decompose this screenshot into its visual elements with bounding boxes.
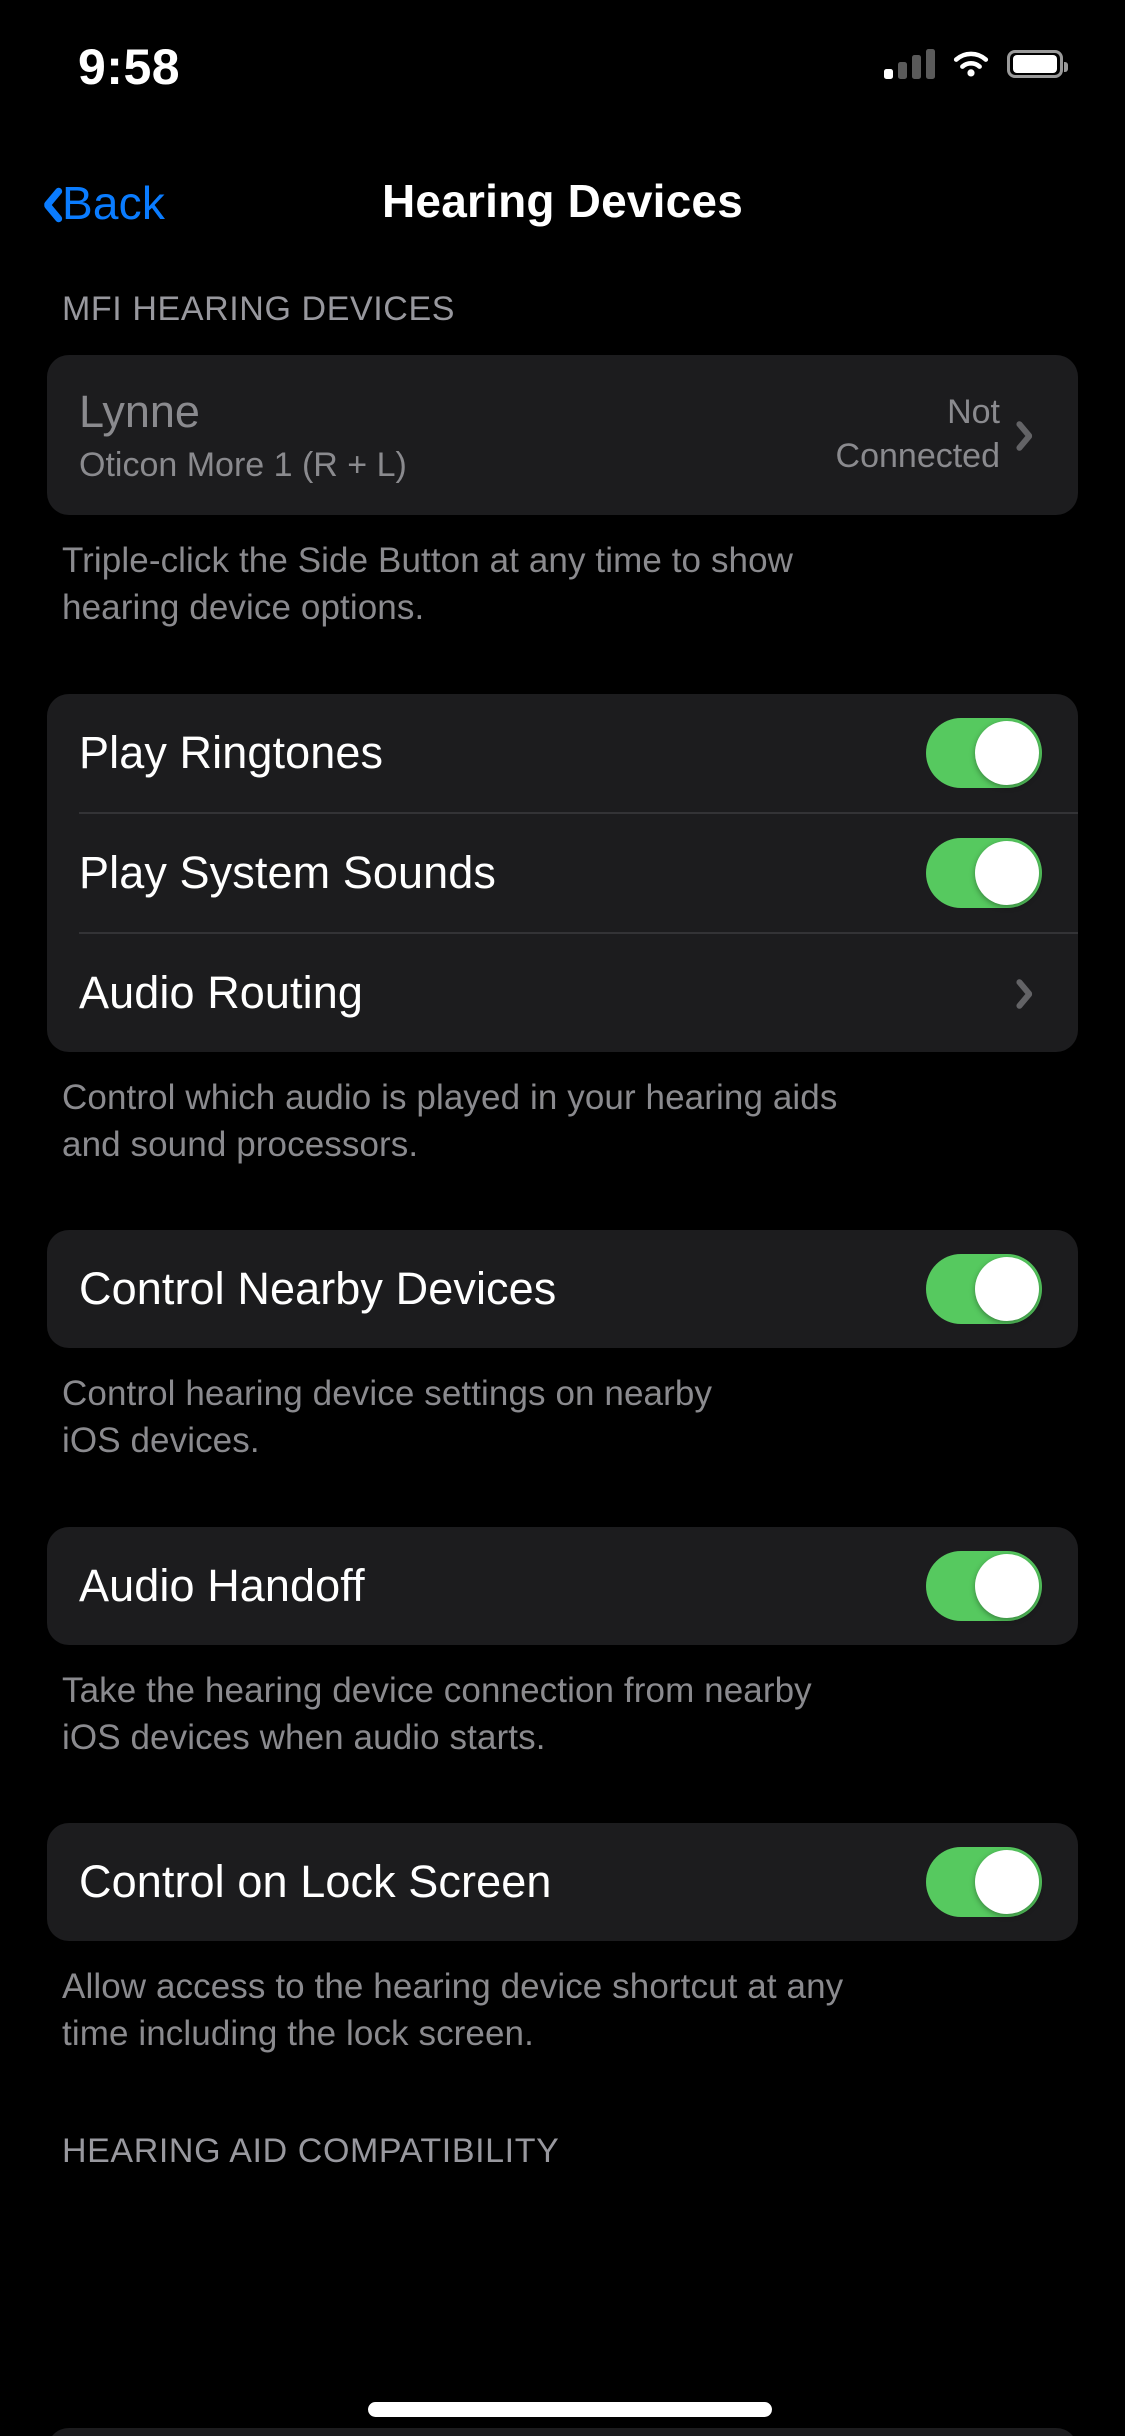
row-control-on-lock-screen[interactable]: Control on Lock Screen <box>47 1823 1078 1941</box>
footer-control-on-lock-screen: Allow access to the hearing device short… <box>62 1967 844 2054</box>
status-bar: 9:58 <box>0 0 1125 132</box>
toggle-play-system-sounds[interactable] <box>926 837 1042 908</box>
toggle-control-on-lock-screen[interactable] <box>926 1847 1042 1917</box>
toggle-play-ringtones[interactable] <box>926 717 1042 788</box>
row-label: Control Nearby Devices <box>79 1263 557 1314</box>
control-nearby-devices-card: Control Nearby Devices <box>47 1230 1078 1348</box>
chevron-right-icon <box>1022 417 1042 453</box>
device-model: Oticon More 1 (R + L) <box>79 445 407 484</box>
row-play-system-sounds[interactable]: Play System Sounds <box>47 814 1078 932</box>
audio-handoff-card: Audio Handoff <box>47 1526 1078 1645</box>
status-bar-time: 9:58 <box>78 39 181 95</box>
cellular-signal-icon <box>884 49 935 79</box>
footer-audio-routing: Control which audio is played in your he… <box>62 1077 838 1164</box>
toggle-knob <box>975 1850 1039 1914</box>
status-bar-indicators <box>884 44 1068 84</box>
chevron-right-icon <box>1022 975 1042 1011</box>
device-connection-status: Not Connected <box>835 393 1000 475</box>
section-header-hearing-aid-compatibility: HEARING AID COMPATIBILITY <box>62 2131 560 2170</box>
toggle-knob <box>975 720 1039 785</box>
row-control-nearby-devices[interactable]: Control Nearby Devices <box>47 1230 1078 1348</box>
page-title: Hearing Devices <box>382 175 743 227</box>
navigation-bar: Back Hearing Devices <box>0 160 1125 270</box>
audio-settings-card: Play Ringtones Play System Sounds Audio … <box>47 693 1078 1052</box>
hearing-aid-compatibility-card <box>47 2428 1078 2436</box>
toggle-knob <box>975 1257 1039 1321</box>
row-label: Play System Sounds <box>79 846 496 898</box>
footer-control-nearby-devices: Control hearing device settings on nearb… <box>62 1374 713 1461</box>
footer-mfi-hearing-devices: Triple-click the Side Button at any time… <box>62 541 794 628</box>
row-label: Audio Handoff <box>79 1559 365 1611</box>
toggle-audio-handoff[interactable] <box>926 1550 1042 1621</box>
device-name: Lynne <box>79 385 200 437</box>
settings-content: MFI HEARING DEVICES Lynne Oticon More 1 … <box>0 290 1125 2171</box>
wifi-icon <box>951 49 991 79</box>
row-label: Play Ringtones <box>79 726 384 778</box>
mfi-device-card: Lynne Oticon More 1 (R + L) Not Connecte… <box>47 355 1078 515</box>
iphone-settings-screen: 9:58 Back Hearing Devices MFI HEARING DE… <box>0 0 1125 2436</box>
home-indicator[interactable] <box>368 2402 772 2417</box>
device-row-lynne[interactable]: Lynne Oticon More 1 (R + L) Not Connecte… <box>47 355 1078 515</box>
control-on-lock-screen-card: Control on Lock Screen <box>47 1823 1078 1941</box>
toggle-knob <box>975 840 1039 905</box>
footer-audio-handoff: Take the hearing device connection from … <box>62 1670 812 1757</box>
battery-icon <box>1007 50 1068 78</box>
device-info: Lynne Oticon More 1 (R + L) <box>79 386 836 485</box>
row-label: Control on Lock Screen <box>79 1856 552 1907</box>
row-label: Audio Routing <box>79 966 364 1018</box>
toggle-knob <box>975 1553 1039 1618</box>
section-header-mfi-hearing-devices: MFI HEARING DEVICES <box>62 290 456 328</box>
row-play-ringtones[interactable]: Play Ringtones <box>47 694 1078 812</box>
toggle-control-nearby-devices[interactable] <box>926 1254 1042 1324</box>
row-audio-routing[interactable]: Audio Routing <box>47 934 1078 1052</box>
row-audio-handoff[interactable]: Audio Handoff <box>47 1527 1078 1645</box>
